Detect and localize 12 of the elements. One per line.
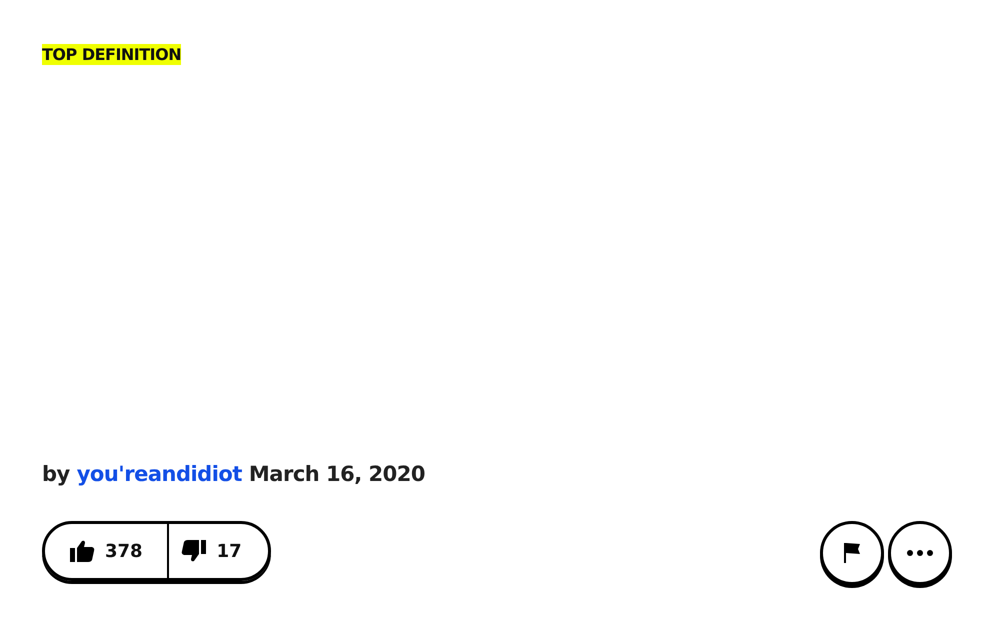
thumbs-down-icon: [180, 539, 207, 563]
definition-badge: TOP DEFINITION: [42, 44, 182, 65]
byline-prefix: by: [42, 462, 70, 486]
author-link[interactable]: you'reandidiot: [76, 462, 242, 486]
flag-button[interactable]: [820, 521, 884, 585]
flag-icon: [843, 542, 861, 564]
upvote-button[interactable]: 378: [45, 524, 167, 578]
more-icon: [907, 550, 933, 556]
thumbs-up-icon: [69, 539, 95, 563]
definition-date: March 16, 2020: [248, 462, 425, 486]
more-button[interactable]: [888, 521, 952, 585]
downvote-button[interactable]: 17: [166, 524, 268, 578]
